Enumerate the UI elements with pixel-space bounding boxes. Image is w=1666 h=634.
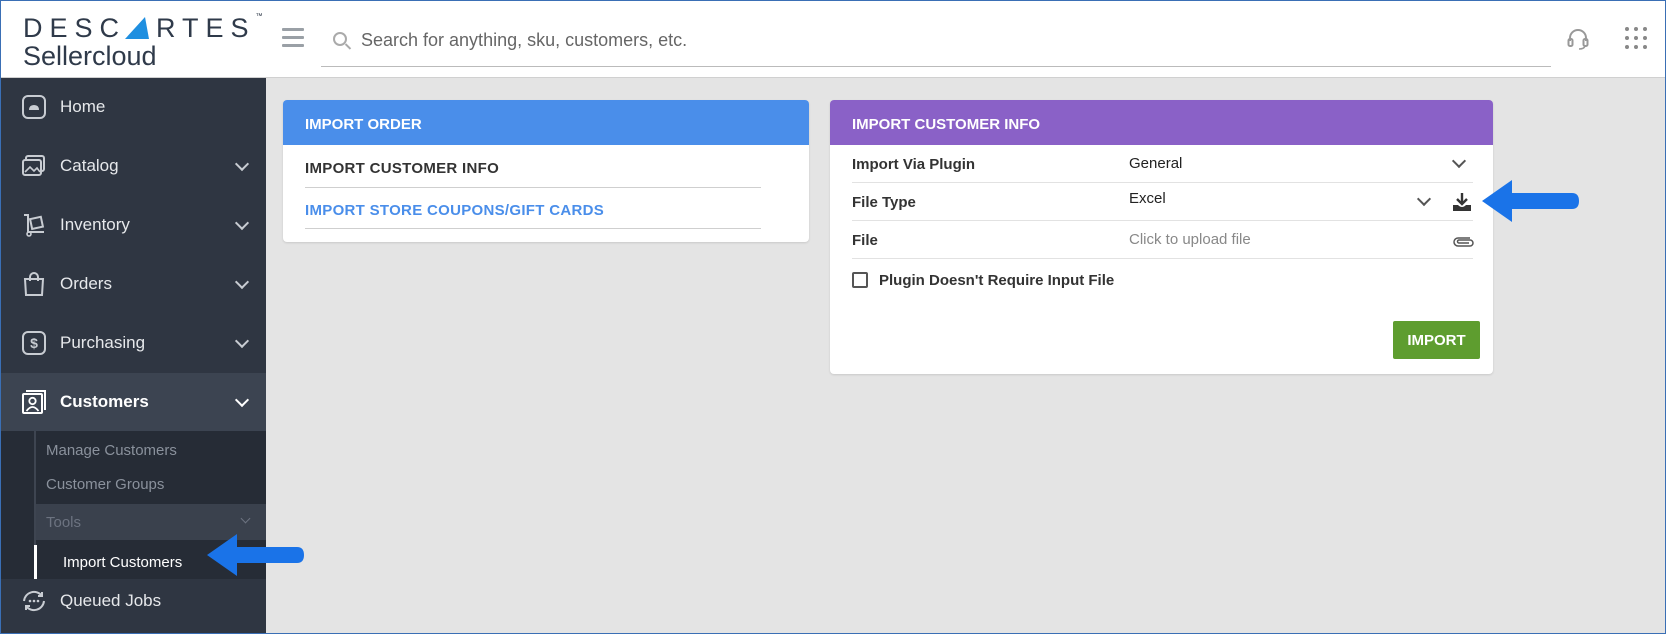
file-row: File Click to upload file (852, 221, 1474, 259)
top-bar: DESC RTES™ Sellercloud Search for anythin… (1, 1, 1665, 78)
sidebar-item-orders[interactable]: Orders (1, 255, 266, 314)
chevron-down-icon (240, 513, 251, 524)
paperclip-icon[interactable] (1452, 234, 1474, 248)
file-label: File (852, 232, 878, 249)
file-upload-input[interactable]: Click to upload file (1129, 231, 1251, 248)
annotation-arrow-icon (207, 534, 304, 576)
sidebar-item-home[interactable]: Home (1, 78, 266, 137)
sidebar-subitem-customer-groups[interactable]: Customer Groups (46, 476, 164, 493)
sidebar-item-label: Inventory (60, 215, 130, 234)
divider (305, 228, 761, 229)
plugin-no-input-file-label: Plugin Doesn't Require Input File (879, 272, 1115, 289)
import-order-card: IMPORT ORDER IMPORT CUSTOMER INFO IMPORT… (283, 100, 809, 242)
chevron-down-icon (234, 274, 250, 290)
import-customer-info-card: IMPORT CUSTOMER INFO Import Via Plugin G… (830, 100, 1493, 374)
download-template-icon[interactable] (1451, 191, 1473, 213)
chevron-down-icon (234, 215, 250, 231)
import-button[interactable]: IMPORT (1393, 321, 1480, 359)
sidebar-item-queued-jobs[interactable]: Queued Jobs (1, 572, 266, 631)
import-store-coupons-link[interactable]: IMPORT STORE COUPONS/GIFT CARDS (305, 202, 604, 219)
import-customer-info-link[interactable]: IMPORT CUSTOMER INFO (305, 160, 499, 177)
search-placeholder: Search for anything, sku, customers, etc… (361, 30, 688, 50)
file-type-label: File Type (852, 194, 916, 211)
chevron-down-icon (234, 333, 250, 349)
headset-support-icon[interactable] (1566, 27, 1590, 51)
chevron-down-icon (234, 156, 250, 172)
queued-jobs-icon (23, 590, 45, 612)
plugin-no-input-file-checkbox[interactable] (852, 272, 868, 288)
sidebar-item-label: Customers (60, 392, 149, 411)
import-via-plugin-label: Import Via Plugin (852, 156, 976, 173)
sidebar-item-catalog[interactable]: Catalog (1, 137, 266, 196)
import-order-card-title: IMPORT ORDER (283, 100, 809, 145)
chevron-down-icon[interactable] (1451, 153, 1467, 169)
logo-triangle-icon (125, 17, 158, 39)
sidebar-item-label: Purchasing (60, 333, 146, 352)
search-icon (333, 32, 347, 46)
divider (305, 187, 761, 188)
catalog-icon (22, 155, 45, 176)
sidebar-item-label: Home (60, 97, 106, 116)
import-via-plugin-select[interactable]: General (1129, 155, 1182, 172)
orders-icon (23, 272, 45, 296)
descartes-logo[interactable]: DESC RTES™ (23, 13, 263, 44)
file-type-select[interactable]: Excel (1129, 190, 1166, 207)
sidebar-item-label: Queued Jobs (60, 591, 162, 610)
import-customer-info-card-title: IMPORT CUSTOMER INFO (830, 100, 1493, 145)
sidebar-item-purchasing[interactable]: $ Purchasing (1, 314, 266, 373)
sidebar-item-inventory[interactable]: Inventory (1, 196, 266, 255)
svg-text:$: $ (30, 335, 38, 351)
file-type-row: File Type Excel (852, 183, 1473, 221)
annotation-arrow-icon (1482, 180, 1579, 222)
chevron-down-icon (234, 392, 250, 408)
chevron-down-icon[interactable] (1416, 191, 1432, 207)
sidebar-item-customers[interactable]: Customers (1, 373, 266, 432)
apps-grid-icon[interactable] (1625, 27, 1647, 49)
customers-icon (22, 390, 46, 414)
import-via-plugin-row: Import Via Plugin General (852, 145, 1473, 183)
sidebar-item-label: Catalog (60, 156, 119, 175)
search-input[interactable]: Search for anything, sku, customers, etc… (321, 21, 1551, 67)
purchasing-icon: $ (22, 331, 46, 355)
hamburger-menu-icon[interactable] (282, 28, 304, 47)
app-window: DESC RTES™ Sellercloud Search for anythin… (0, 0, 1666, 634)
inventory-icon (24, 214, 45, 237)
home-icon (22, 95, 46, 119)
sellercloud-logo[interactable]: Sellercloud (23, 41, 157, 72)
sidebar-item-label: Orders (60, 274, 112, 293)
sidebar-subitem-manage-customers[interactable]: Manage Customers (46, 442, 177, 459)
